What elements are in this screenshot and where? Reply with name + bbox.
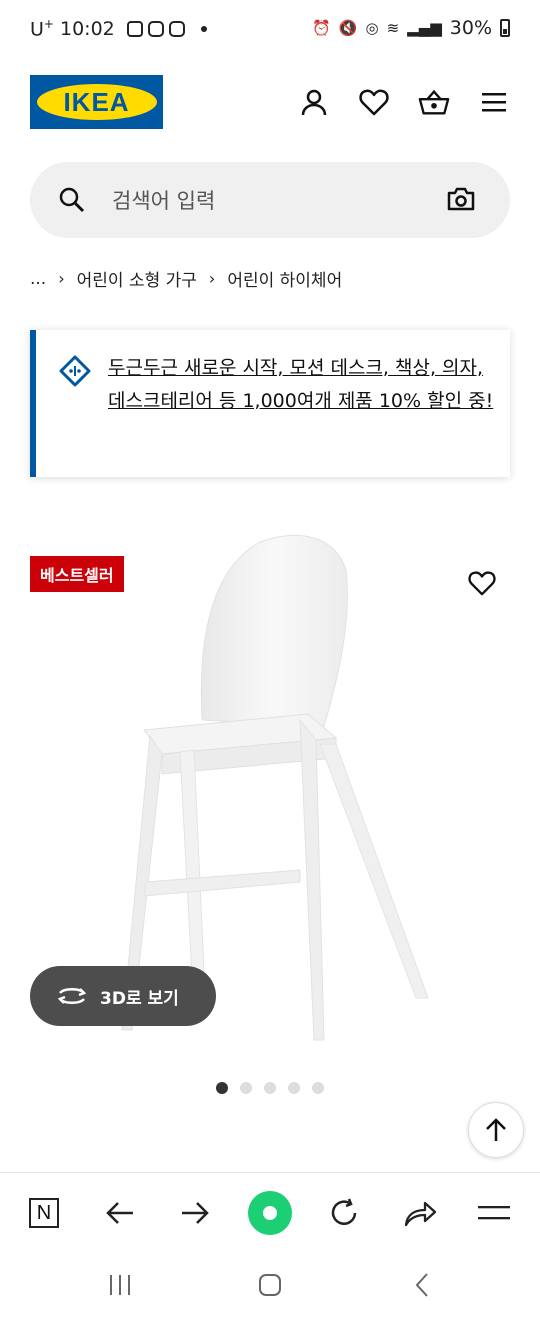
green-dot-button[interactable]	[248, 1191, 292, 1235]
share-button[interactable]	[398, 1191, 442, 1235]
carrier-label: U+	[30, 17, 54, 41]
battery-percent: 30%	[449, 17, 492, 39]
browser-toolbar: N	[0, 1172, 540, 1253]
promo-link-text[interactable]: 두근두근 새로운 시작, 모션 데스크, 책상, 의자, 데스크테리어 등 1,…	[108, 352, 498, 418]
naver-home-button[interactable]: N	[22, 1191, 66, 1235]
wifi-icon: ≋	[386, 19, 400, 37]
search-icon[interactable]	[58, 186, 86, 214]
clock: 10:02	[59, 17, 115, 40]
signal-icon: ▂▄▆	[407, 19, 442, 37]
home-icon	[259, 1274, 281, 1296]
hotspot-icon: ◎	[365, 19, 379, 37]
forward-button[interactable]	[173, 1191, 217, 1235]
cart-button[interactable]	[418, 86, 450, 118]
breadcrumb-item-kids-furniture[interactable]: 어린이 소형 가구	[77, 266, 197, 291]
green-dot-icon	[248, 1191, 292, 1235]
chevron-left-icon	[415, 1273, 428, 1297]
view-3d-button[interactable]: 3D로 보기	[30, 966, 216, 1026]
back-button[interactable]	[98, 1191, 142, 1235]
naver-n-icon: N	[29, 1198, 59, 1228]
arrow-up-icon	[486, 1118, 506, 1141]
camera-search-icon[interactable]	[446, 186, 476, 212]
status-right: ⏰ 🔇 ◎ ≋ ▂▄▆ 30%	[312, 17, 510, 39]
browser-menu-icon	[478, 1206, 510, 1220]
pagination-dot-1[interactable]	[216, 1082, 228, 1094]
image-pagination	[216, 1082, 324, 1094]
reload-button[interactable]	[322, 1191, 366, 1235]
mute-icon: 🔇	[338, 19, 358, 37]
breadcrumb-separator: ›	[208, 269, 216, 288]
breadcrumb: ... › 어린이 소형 가구 › 어린이 하이체어	[30, 266, 342, 292]
pagination-dot-3[interactable]	[264, 1082, 276, 1094]
scroll-to-top-button[interactable]	[468, 1102, 524, 1158]
heart-icon	[359, 89, 389, 116]
status-left: U+ 10:02	[30, 17, 207, 40]
user-icon	[301, 89, 327, 116]
promo-banner[interactable]: 두근두근 새로운 시작, 모션 데스크, 책상, 의자, 데스크테리어 등 1,…	[30, 330, 510, 477]
reload-icon	[331, 1198, 357, 1225]
pagination-dot-4[interactable]	[288, 1082, 300, 1094]
hamburger-icon	[482, 93, 506, 112]
pagination-dot-5[interactable]	[312, 1082, 324, 1094]
alarm-icon: ⏰	[312, 19, 331, 37]
basket-icon	[418, 89, 450, 115]
search-input[interactable]	[110, 184, 434, 218]
arrow-left-icon	[106, 1202, 133, 1224]
breadcrumb-item-highchairs[interactable]: 어린이 하이체어	[227, 266, 342, 291]
battery-icon	[500, 19, 510, 37]
system-navigation-bar	[0, 1252, 540, 1320]
status-bar: U+ 10:02 ⏰ 🔇 ◎ ≋ ▂▄▆ 30%	[0, 0, 540, 56]
breadcrumb-separator: ›	[58, 269, 65, 288]
instagram-notification-icon-2	[168, 20, 185, 37]
pagination-dot-2[interactable]	[240, 1082, 252, 1094]
system-back-button[interactable]	[402, 1270, 442, 1300]
more-notifications-icon	[200, 25, 207, 32]
browser-menu-button[interactable]	[472, 1191, 516, 1235]
recent-apps-button[interactable]	[100, 1270, 140, 1300]
favorites-button[interactable]	[358, 86, 390, 118]
logo-text: IKEA	[63, 86, 130, 117]
instagram-notification-icon	[147, 20, 164, 37]
gallery-notification-icon	[126, 20, 143, 37]
account-button[interactable]	[298, 86, 330, 118]
price-tag-icon	[59, 355, 91, 387]
product-gallery[interactable]: 베스트셀러 3D로 보기	[0, 510, 540, 1110]
menu-button[interactable]	[478, 86, 510, 118]
add-to-favorites-icon[interactable]	[468, 570, 496, 596]
site-header: IKEA	[0, 72, 540, 132]
arrow-right-icon	[182, 1202, 209, 1224]
view-3d-label: 3D로 보기	[100, 988, 179, 1009]
home-button[interactable]	[250, 1270, 290, 1300]
share-arrow-icon	[404, 1201, 437, 1227]
search-bar[interactable]	[30, 162, 510, 238]
breadcrumb-ellipsis[interactable]: ...	[30, 269, 46, 289]
bestseller-badge: 베스트셀러	[30, 556, 124, 592]
recent-apps-icon	[110, 1275, 130, 1295]
rotate-3d-icon	[57, 988, 87, 1004]
ikea-logo[interactable]: IKEA	[30, 75, 163, 129]
